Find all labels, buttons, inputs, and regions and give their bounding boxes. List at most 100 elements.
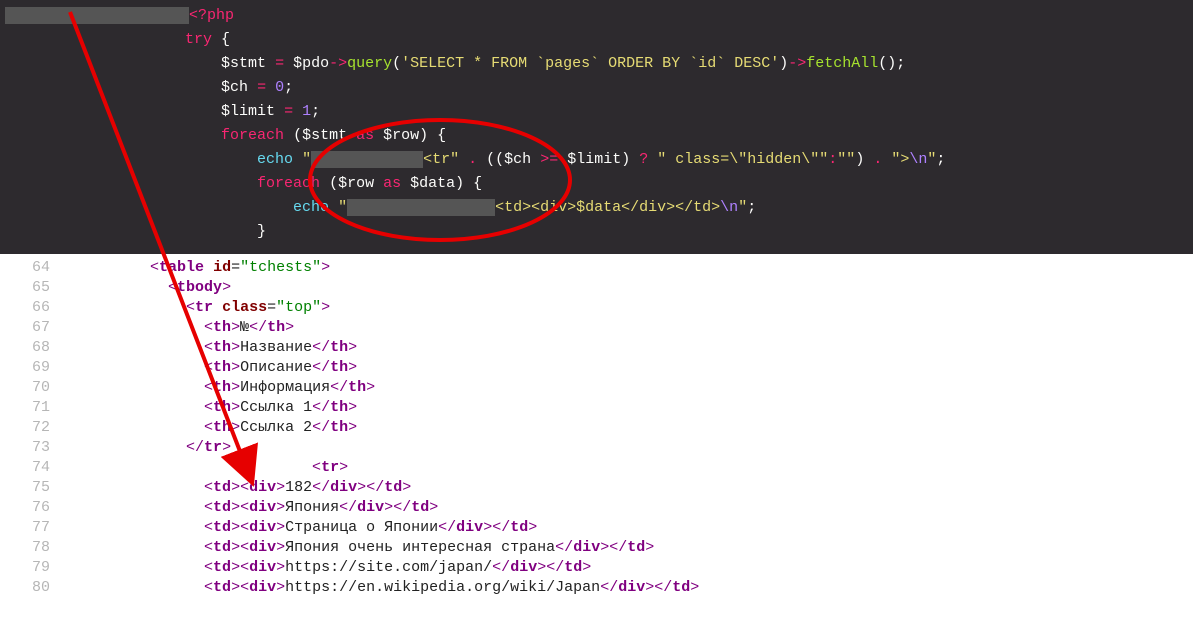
code-token [5,127,221,144]
code-token: ($row [320,175,383,192]
code-token: ? [639,151,648,168]
line-number: 79 [0,558,60,578]
code-token: : [828,151,837,168]
code-token: foreach [257,175,320,192]
code-token [882,151,891,168]
code-token: ; [311,103,320,120]
line-number: 73 [0,438,60,458]
code-token: " [738,199,747,216]
code-token [293,151,302,168]
code-token: ) [855,151,873,168]
code-token [5,199,293,216]
code-content: <td><div>Япония</div></td> [60,498,438,518]
code-line: $stmt = $pdo->query('SELECT * FROM `page… [0,52,1193,76]
code-content: <tr> [60,458,348,478]
code-token [5,31,185,48]
code-token: try [185,31,212,48]
code-token: fetchAll [806,55,878,72]
code-token [459,151,468,168]
code-token: } [257,223,266,240]
code-token: $ch [221,79,257,96]
code-token: (); [878,55,905,72]
code-content: <th>Ссылка 2</th> [60,418,357,438]
code-token: (($ch [477,151,540,168]
line-number: 76 [0,498,60,518]
line-number: 72 [0,418,60,438]
code-token: $stmt [221,55,275,72]
line-number: 77 [0,518,60,538]
code-token: "" [837,151,855,168]
code-token [5,223,257,240]
code-token: -> [329,55,347,72]
code-content: <table id="tchests"> [60,258,330,278]
code-token: <tr" [423,151,459,168]
code-token [347,199,495,216]
line-number: 66 [0,298,60,318]
code-line: 66 <tr class="top"> [0,298,1193,318]
code-line: echo " <td><div>$data</div></td>\n"; [0,196,1193,220]
line-number: 80 [0,578,60,598]
code-token: as [383,175,401,192]
code-line: echo " <tr" . (($ch >= $limit) ? " class… [0,148,1193,172]
code-token [266,79,275,96]
code-token: <?php [189,7,234,24]
code-token [648,151,657,168]
code-token: { [212,31,230,48]
line-number: 68 [0,338,60,358]
code-line: 78 <td><div>Япония очень интересная стра… [0,538,1193,558]
code-token: 1 [302,103,311,120]
code-token: $pdo [284,55,329,72]
code-token: 0 [275,79,284,96]
code-line: 74 <tr> [0,458,1193,478]
code-token [5,55,221,72]
code-line: foreach ($row as $data) { [0,172,1193,196]
code-token: as [356,127,374,144]
code-token: \n [909,151,927,168]
code-token [5,7,189,24]
code-content: <td><div>https://site.com/japan/</div></… [60,558,591,578]
code-content: <td><div>https://en.wikipedia.org/wiki/J… [60,578,699,598]
line-number: 78 [0,538,60,558]
code-content: <th>Информация</th> [60,378,375,398]
code-token: ) [779,55,788,72]
code-line: 76 <td><div>Япония</div></td> [0,498,1193,518]
code-token [311,151,423,168]
code-token: " class=\"hidden\"" [657,151,828,168]
code-line: 65 <tbody> [0,278,1193,298]
code-content: <th>Описание</th> [60,358,357,378]
code-line: 73 </tr> [0,438,1193,458]
code-token: = [275,55,284,72]
code-token [293,103,302,120]
dark-code-editor: <?php try { $stmt = $pdo->query('SELECT … [0,0,1193,254]
code-token [5,103,221,120]
code-token: $limit) [558,151,639,168]
code-token: " [338,199,347,216]
code-token: " [302,151,311,168]
code-content: <tbody> [60,278,231,298]
code-token: $limit [221,103,284,120]
line-number: 71 [0,398,60,418]
code-token: 'SELECT * FROM `pages` ORDER BY `id` DES… [401,55,779,72]
code-line: <?php [0,4,1193,28]
code-content: <td><div>Япония очень интересная страна<… [60,538,654,558]
code-token: -> [788,55,806,72]
code-token: foreach [221,127,284,144]
code-line: foreach ($stmt as $row) { [0,124,1193,148]
code-token: . [468,151,477,168]
code-token: = [257,79,266,96]
code-line: 75 <td><div>182</div></td> [0,478,1193,498]
code-token: ; [747,199,756,216]
code-token [5,151,257,168]
code-line: } [0,220,1193,244]
code-token: >= [540,151,558,168]
code-line: 69 <th>Описание</th> [0,358,1193,378]
code-line: 79 <td><div>https://site.com/japan/</div… [0,558,1193,578]
code-token: . [873,151,882,168]
code-line: 71 <th>Ссылка 1</th> [0,398,1193,418]
code-token: = [284,103,293,120]
code-content: <tr class="top"> [60,298,330,318]
code-content: <th>№</th> [60,318,294,338]
code-content: <th>Название</th> [60,338,357,358]
line-number: 75 [0,478,60,498]
code-line: 67 <th>№</th> [0,318,1193,338]
